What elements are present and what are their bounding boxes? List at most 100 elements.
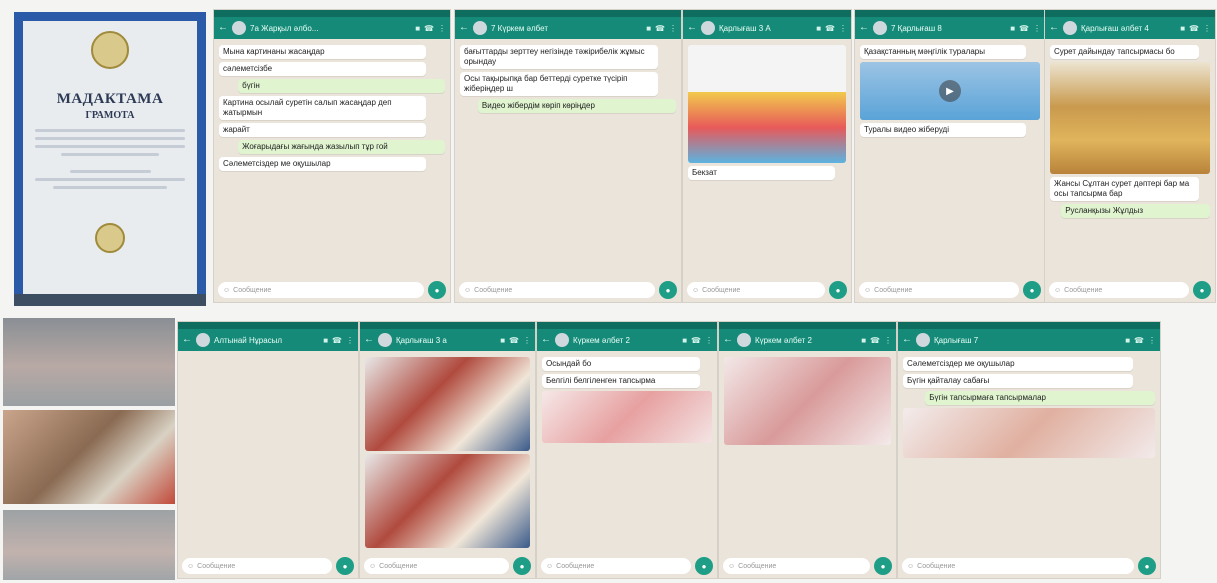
video-call-icon[interactable]: ■ [861,336,866,345]
arrow-left-icon[interactable]: ← [182,335,192,345]
chat-title[interactable]: Алтынай Нұрасыл [214,336,319,345]
message-input[interactable]: ☺ Сообщение [1049,282,1189,298]
message-input[interactable]: ☺ Сообщение [859,282,1019,298]
phone-icon[interactable]: ☎ [1189,24,1199,33]
chat-title[interactable]: Қарлығаш 3 а [396,336,496,345]
video-call-icon[interactable]: ■ [1180,24,1185,33]
video-call-icon[interactable]: ■ [500,336,505,345]
arrow-left-icon[interactable]: ← [218,23,228,33]
avatar[interactable] [737,333,751,347]
message-input[interactable]: ☺ Сообщение [459,282,655,298]
emoji-icon[interactable]: ☺ [1054,287,1061,294]
phone-icon[interactable]: ☎ [1019,24,1029,33]
arrow-left-icon[interactable]: ← [541,335,551,345]
avatar[interactable] [378,333,392,347]
chat-body[interactable]: Мына картинаны жасаңдар сәлеметсізбе бүгін… [214,39,450,278]
more-vert-icon[interactable]: ⋮ [1148,336,1156,345]
video-call-icon[interactable]: ■ [323,336,328,345]
message-input[interactable]: ☺ Сообщение [218,282,424,298]
more-vert-icon[interactable]: ⋮ [839,24,847,33]
video-call-icon[interactable]: ■ [682,336,687,345]
phone-icon[interactable]: ☎ [509,336,519,345]
mic-icon[interactable]: ● [1193,281,1211,299]
arrow-left-icon[interactable]: ← [364,335,374,345]
mic-icon[interactable]: ● [695,557,713,575]
avatar[interactable] [232,21,246,35]
video-call-icon[interactable]: ■ [1125,336,1130,345]
mic-icon[interactable]: ● [659,281,677,299]
chat-body[interactable] [719,351,896,554]
chat-body[interactable]: Осындай бо Белгілі белгіленген тапсырма [537,351,717,554]
chat-title[interactable]: 7 Қарлығаш 8 [891,24,1006,33]
chat-body[interactable]: Сәлеметсіздер ме оқушылар Бүгін қайталау … [898,351,1160,554]
phone-icon[interactable]: ☎ [691,336,701,345]
more-vert-icon[interactable]: ⋮ [438,24,446,33]
mic-icon[interactable]: ● [428,281,446,299]
avatar[interactable] [196,333,210,347]
emoji-icon[interactable]: ☺ [223,287,230,294]
chat-title[interactable]: Күркем әлбет 2 [573,336,678,345]
chat-title[interactable]: Қарлығаш әлбет 4 [1081,24,1176,33]
more-vert-icon[interactable]: ⋮ [1033,24,1041,33]
message-input[interactable]: ☺ Сообщение [541,558,691,574]
emoji-icon[interactable]: ☺ [728,563,735,570]
media-thumbnail[interactable] [365,357,530,451]
arrow-left-icon[interactable]: ← [723,335,733,345]
message-input[interactable]: ☺ Сообщение [182,558,332,574]
chat-body[interactable]: бағыттарды зерттеу негізінде тәжірибелік… [455,39,681,278]
media-thumbnail[interactable] [365,454,530,548]
message-input[interactable]: ☺ Сообщение [364,558,509,574]
video-call-icon[interactable]: ■ [1010,24,1015,33]
message-input[interactable]: ☺ Сообщение [723,558,870,574]
phone-icon[interactable]: ☎ [424,24,434,33]
message-input[interactable]: ☺ Сообщение [687,282,825,298]
arrow-left-icon[interactable]: ← [687,23,697,33]
arrow-left-icon[interactable]: ← [1049,23,1059,33]
avatar[interactable] [473,21,487,35]
message-input[interactable]: ☺ Сообщение [902,558,1134,574]
avatar[interactable] [873,21,887,35]
phone-icon[interactable]: ☎ [825,24,835,33]
chat-title[interactable]: 7 Күркем әлбет [491,24,642,33]
more-vert-icon[interactable]: ⋮ [1203,24,1211,33]
chat-body[interactable]: Қазақстанның мәңгілік туралары ▶ Туралы ви… [855,39,1045,278]
media-thumbnail[interactable] [724,357,891,445]
video-call-icon[interactable]: ■ [816,24,821,33]
video-call-icon[interactable]: ■ [415,24,420,33]
mic-icon[interactable]: ● [1138,557,1156,575]
emoji-icon[interactable]: ☺ [546,563,553,570]
chat-title[interactable]: 7а Жарқыл әлбо... [250,24,411,33]
arrow-left-icon[interactable]: ← [859,23,869,33]
avatar[interactable] [555,333,569,347]
media-thumbnail[interactable] [688,45,846,163]
phone-icon[interactable]: ☎ [1134,336,1144,345]
emoji-icon[interactable]: ☺ [187,563,194,570]
arrow-left-icon[interactable]: ← [902,335,912,345]
mic-icon[interactable]: ● [1023,281,1041,299]
avatar[interactable] [1063,21,1077,35]
more-vert-icon[interactable]: ⋮ [884,336,892,345]
arrow-left-icon[interactable]: ← [459,23,469,33]
emoji-icon[interactable]: ☺ [369,563,376,570]
chat-body[interactable]: Бекзат [683,39,851,278]
emoji-icon[interactable]: ☺ [464,287,471,294]
mic-icon[interactable]: ● [513,557,531,575]
mic-icon[interactable]: ● [829,281,847,299]
phone-icon[interactable]: ☎ [870,336,880,345]
more-vert-icon[interactable]: ⋮ [346,336,354,345]
media-thumbnail[interactable] [903,408,1155,458]
more-vert-icon[interactable]: ⋮ [705,336,713,345]
media-thumbnail[interactable] [1050,62,1210,174]
video-call-icon[interactable]: ■ [646,24,651,33]
phone-icon[interactable]: ☎ [332,336,342,345]
avatar[interactable] [701,21,715,35]
phone-icon[interactable]: ☎ [655,24,665,33]
avatar[interactable] [916,333,930,347]
emoji-icon[interactable]: ☺ [864,287,871,294]
chat-title[interactable]: Қарлығаш 3 А [719,24,812,33]
more-vert-icon[interactable]: ⋮ [523,336,531,345]
media-thumbnail[interactable]: ▶ [860,62,1040,120]
mic-icon[interactable]: ● [336,557,354,575]
chat-title[interactable]: Қарлығаш 7 [934,336,1121,345]
more-vert-icon[interactable]: ⋮ [669,24,677,33]
